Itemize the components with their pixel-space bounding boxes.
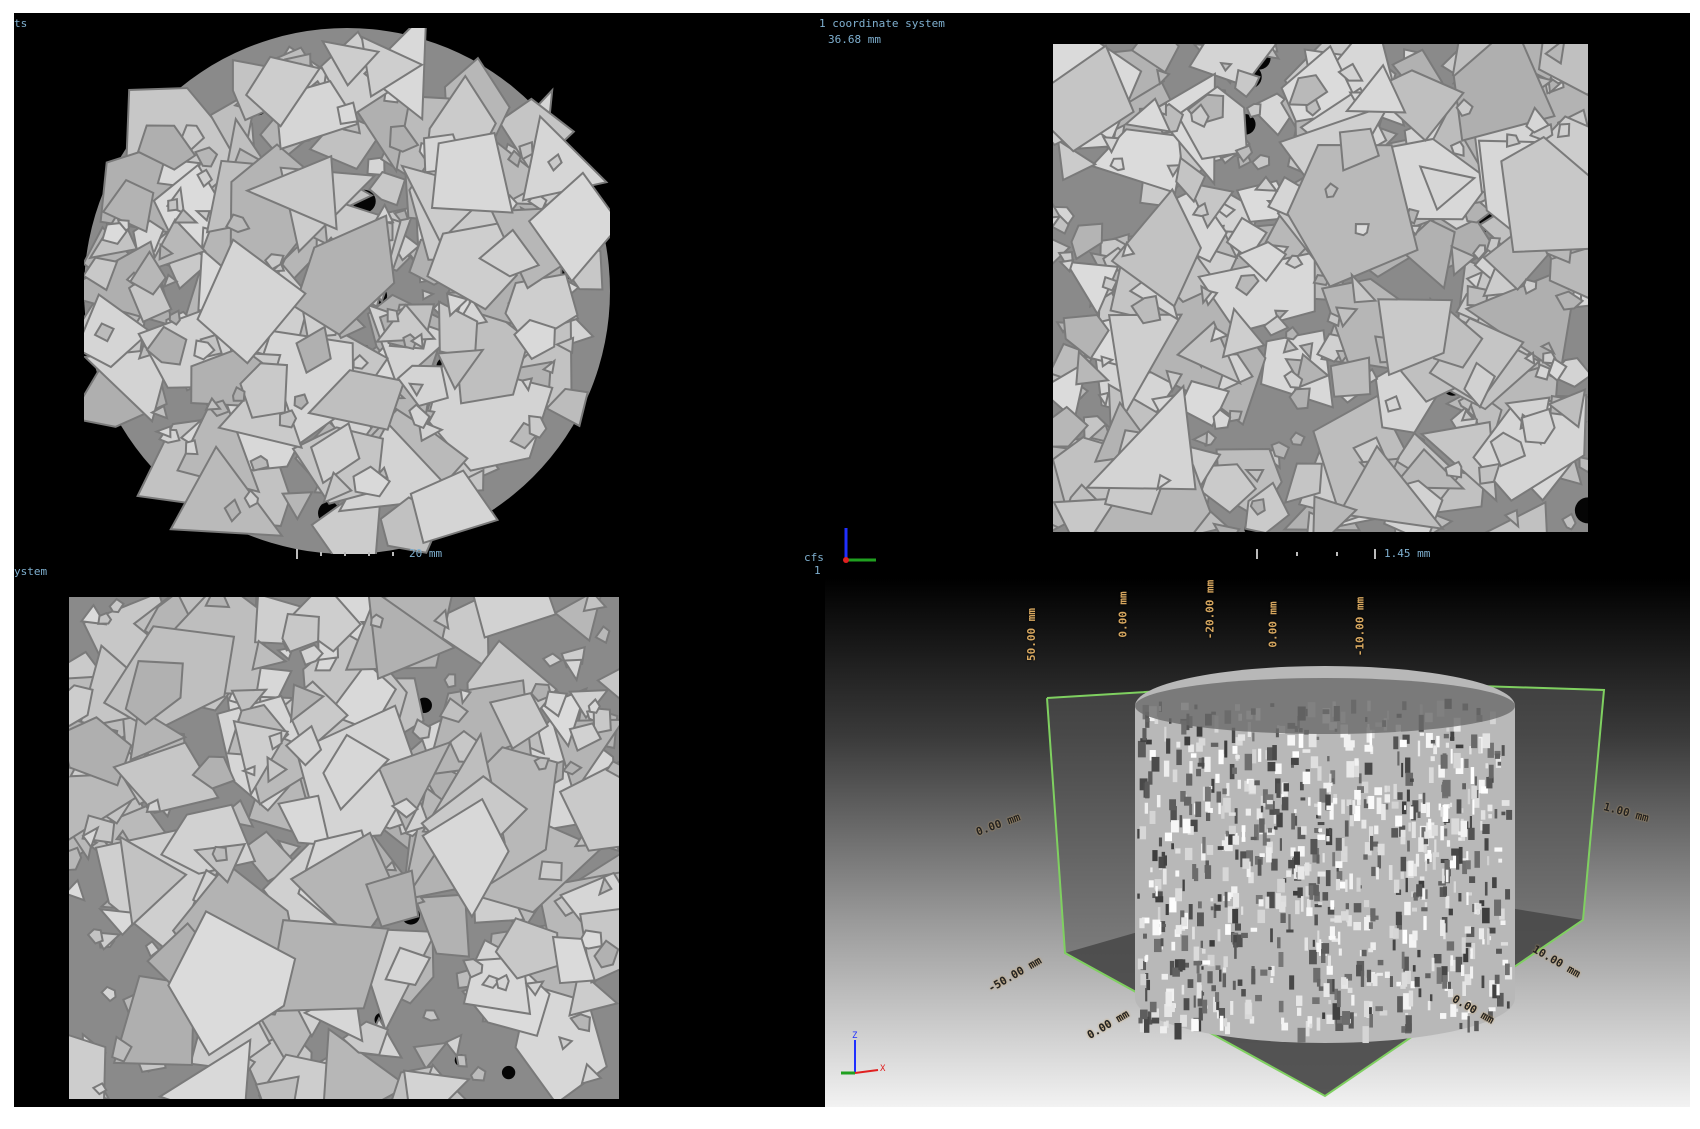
coordinate-system-title: 1 coordinate system <box>819 17 945 30</box>
volume-render-view[interactable]: 50.00 mm 0.00 mm -20.00 mm 0.00 mm -10.0… <box>825 578 1690 1107</box>
rock-core-cylinder <box>1135 666 1515 1044</box>
axis-label: -10.00 mm <box>1353 596 1367 657</box>
volume-index-label: 1 <box>814 564 821 577</box>
axial-ct-image <box>84 28 610 554</box>
axis-label: 50.00 mm <box>1024 608 1038 661</box>
rock-fragment <box>1245 102 1262 119</box>
coronal-ct-image <box>69 597 619 1099</box>
sagittal-ct-image <box>1053 44 1588 532</box>
sagittal-scale-bar <box>1256 549 1376 559</box>
triad-label: cfs <box>804 551 824 564</box>
rock-fragment <box>538 860 563 882</box>
axial-view-label: ts <box>14 17 28 30</box>
rock-fragment <box>204 597 231 609</box>
rock-fragment <box>1228 409 1243 423</box>
rock-fragment <box>278 409 298 429</box>
sagittal-scale-label: 1.45 mm <box>1384 547 1431 560</box>
svg-text:Z: Z <box>852 1031 858 1041</box>
volume-triad-icon: Z X <box>841 1031 886 1075</box>
cylinder-top <box>1135 678 1515 734</box>
svg-text:X: X <box>880 1064 886 1074</box>
coordinate-system-value: 36.68 mm <box>828 33 881 46</box>
rock-fragment <box>386 307 400 323</box>
axis-label: 0.00 mm <box>1266 601 1280 648</box>
axial-scale-label: 20 mm <box>409 547 443 560</box>
rock-fragment <box>211 845 228 863</box>
viewer-window: ts ystem 1 coordinate system 36.68 mm 20… <box>14 13 1690 1107</box>
axis-label: -20.00 mm <box>1203 579 1217 640</box>
coordinate-triad-icon <box>843 528 876 563</box>
rock-fragment <box>443 673 457 689</box>
bounding-box-render <box>1046 666 1606 1098</box>
rock-fragment <box>1556 122 1571 139</box>
axial-slice-view[interactable] <box>84 28 610 554</box>
axial-scale-bar <box>296 549 416 559</box>
axis-label: 0.00 mm <box>1116 591 1130 638</box>
rock-fragment <box>336 101 359 126</box>
rock-fragment <box>455 1053 468 1068</box>
coronal-view-label: ystem <box>14 565 48 578</box>
sagittal-slice-view[interactable] <box>1053 44 1588 532</box>
rock-fragment <box>369 613 384 629</box>
rock-fragment <box>184 439 199 456</box>
rock-fragment <box>167 198 179 212</box>
rock-fragment <box>1354 222 1370 237</box>
coronal-slice-view[interactable] <box>69 597 619 1099</box>
